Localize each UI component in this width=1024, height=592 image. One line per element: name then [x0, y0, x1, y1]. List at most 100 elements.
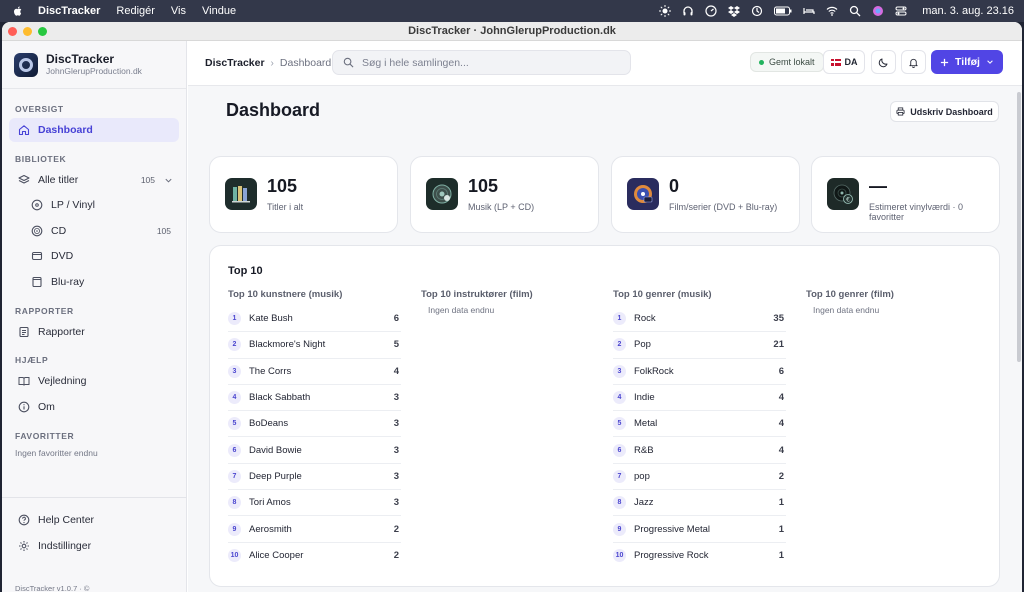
breadcrumb: DiscTracker › Dashboard	[205, 57, 331, 69]
list-item[interactable]: 6 David Bowie 3	[228, 437, 401, 464]
sidebar-item-guide[interactable]: Vejledning	[9, 369, 179, 393]
stat-card-film[interactable]: 0 Film/serier (DVD + Blu-ray)	[611, 156, 800, 233]
sidebar-item-label: Rapporter	[38, 326, 85, 338]
list-item[interactable]: 5 Metal 4	[613, 411, 786, 438]
sidebar-item-cd[interactable]: CD 105	[9, 219, 179, 243]
rank-badge: 1	[613, 312, 626, 326]
siri-icon[interactable]	[872, 5, 884, 17]
list-item[interactable]: 8 Tori Amos 3	[228, 490, 401, 517]
list-item[interactable]: 1 Kate Bush 6	[228, 306, 401, 333]
rank-badge: 9	[228, 522, 241, 536]
minimize-window-button[interactable]	[23, 27, 32, 36]
sync-icon[interactable]	[751, 5, 763, 17]
item-name: Black Sabbath	[249, 392, 311, 404]
breadcrumb-root[interactable]: DiscTracker	[205, 57, 265, 69]
notifications-button[interactable]	[901, 50, 926, 74]
sidebar-item-label: LP / Vinyl	[51, 199, 95, 211]
theme-toggle-button[interactable]	[871, 50, 896, 74]
sidebar-divider	[2, 497, 187, 498]
apple-icon[interactable]	[12, 5, 24, 17]
stat-value: 105	[468, 176, 499, 196]
rank-badge: 6	[613, 443, 626, 457]
list-item[interactable]: 10 Alice Cooper 2	[228, 543, 401, 569]
search-icon	[343, 57, 354, 68]
list-item[interactable]: 3 FolkRock 6	[613, 359, 786, 385]
stat-card-music[interactable]: 105 Musik (LP + CD)	[410, 156, 599, 233]
sidebar-item-about[interactable]: Om	[9, 395, 179, 419]
sidebar-item-dvd[interactable]: DVD	[9, 244, 179, 268]
window-title: DiscTracker · JohnGlerupProduction.dk	[408, 25, 616, 37]
list-item[interactable]: 9 Aerosmith 2	[228, 516, 401, 543]
list-item[interactable]: 5 BoDeans 3	[228, 411, 401, 438]
sidebar-item-settings[interactable]: Indstillinger	[9, 534, 179, 558]
sidebar-item-reports[interactable]: Rapporter	[9, 320, 179, 344]
item-count: 2	[778, 470, 784, 482]
sidebar-item-help-center[interactable]: Help Center	[9, 508, 179, 532]
vinyl-record-icon	[426, 178, 458, 210]
book-icon	[18, 377, 30, 386]
headphones-icon[interactable]	[682, 5, 694, 17]
language-button[interactable]: DA	[823, 50, 865, 74]
macos-menu-bar: DiscTracker Redigér Vis Vindue man. 3. a…	[0, 0, 1024, 22]
sidebar-item-lp-vinyl[interactable]: LP / Vinyl	[9, 193, 179, 217]
empty-state-text: Ingen data endnu	[428, 305, 495, 315]
dropbox-icon[interactable]	[728, 5, 741, 17]
app-logo-icon	[14, 52, 38, 77]
menu-edit[interactable]: Redigér	[116, 5, 155, 17]
stat-label: Estimeret vinylværdi · 0 favoritter	[869, 202, 964, 222]
item-count: 35	[773, 313, 784, 325]
list-item[interactable]: 4 Black Sabbath 3	[228, 385, 401, 412]
list-item[interactable]: 2 Pop 21	[613, 332, 786, 359]
brand[interactable]: DiscTracker JohnGlerupProduction.dk	[2, 41, 186, 89]
list-item[interactable]: 6 R&B 4	[613, 437, 786, 464]
list-item[interactable]: 8 Jazz 1	[613, 490, 786, 517]
printer-icon	[896, 107, 905, 116]
list-item[interactable]: 3 The Corrs 4	[228, 359, 401, 385]
brand-subtitle: JohnGlerupProduction.dk	[46, 66, 142, 76]
list-item[interactable]: 9 Progressive Metal 1	[613, 516, 786, 543]
list-item[interactable]: 1 Rock 35	[613, 306, 786, 333]
menu-app-name[interactable]: DiscTracker	[38, 5, 100, 17]
control-center-icon[interactable]	[895, 5, 907, 17]
add-button[interactable]: Tilføj	[931, 50, 1003, 74]
item-name: FolkRock	[634, 365, 674, 377]
plus-icon	[940, 58, 949, 66]
top-music-genres-column: Top 10 genrer (musik) 1 Rock 35 2 Pop 21 3 Folk…	[613, 289, 786, 569]
all-titles-count: 105	[140, 175, 155, 185]
stat-label: Film/serier (DVD + Blu-ray)	[669, 202, 778, 212]
list-item[interactable]: 2 Blackmore's Night 5	[228, 332, 401, 359]
menubar-clock[interactable]: man. 3. aug. 23.16	[922, 5, 1014, 17]
sidebar-item-dashboard[interactable]: Dashboard	[9, 118, 179, 142]
bed-icon[interactable]	[803, 5, 815, 17]
stat-card-total-titles[interactable]: 105 Titler i alt	[209, 156, 398, 233]
window-titlebar[interactable]: DiscTracker · JohnGlerupProduction.dk	[2, 22, 1022, 41]
stat-card-vinyl-value[interactable]: € — Estimeret vinylværdi · 0 favoritter	[811, 156, 1000, 233]
list-item[interactable]: 4 Indie 4	[613, 385, 786, 412]
battery-icon[interactable]	[774, 5, 792, 17]
sidebar-item-label: CD	[51, 225, 67, 237]
collection-icon	[225, 178, 257, 210]
wifi-icon[interactable]	[826, 5, 838, 17]
maximize-window-button[interactable]	[38, 27, 47, 36]
sidebar-item-label: Alle titler	[38, 174, 79, 186]
menu-window[interactable]: Vindue	[202, 5, 236, 17]
print-dashboard-button[interactable]: Udskriv Dashboard	[890, 101, 999, 122]
sidebar-item-all-titles[interactable]: Alle titler 105	[9, 168, 179, 192]
brightness-icon[interactable]	[659, 5, 672, 17]
print-dashboard-label: Udskriv Dashboard	[910, 106, 993, 117]
scrollbar-thumb[interactable]	[1017, 92, 1021, 362]
list-item[interactable]: 10 Progressive Rock 1	[613, 543, 786, 569]
chevron-down-icon[interactable]	[164, 176, 173, 185]
search-box[interactable]	[332, 50, 631, 75]
list-item[interactable]: 7 Deep Purple 3	[228, 464, 401, 491]
spotlight-search-icon[interactable]	[849, 5, 861, 17]
search-input[interactable]	[362, 56, 622, 69]
sidebar-item-bluray[interactable]: Blu-ray	[9, 270, 179, 294]
list-item[interactable]: 7 pop 2	[613, 464, 786, 491]
close-window-button[interactable]	[8, 27, 17, 36]
menu-view[interactable]: Vis	[171, 5, 186, 17]
sidebar-item-label: Indstillinger	[38, 540, 92, 552]
main-scrollbar[interactable]	[1016, 86, 1022, 592]
sidebar-item-label: Om	[38, 401, 55, 413]
gauge-icon[interactable]	[705, 5, 717, 17]
